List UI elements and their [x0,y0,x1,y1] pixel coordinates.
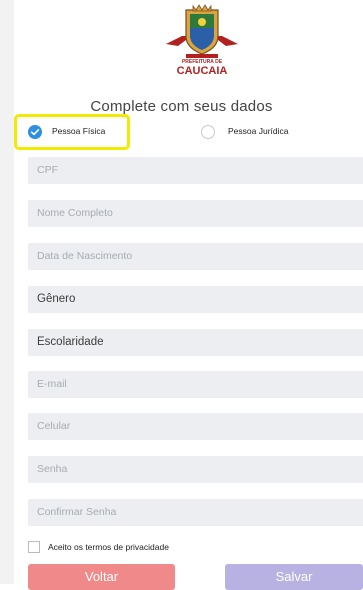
check-icon [30,129,40,136]
nome-completo-field[interactable]: Nome Completo [28,200,363,227]
radio-label-pessoa-fisica: Pessoa Física [52,126,106,136]
back-button[interactable]: Voltar [28,564,175,590]
genero-select[interactable]: Gênero [28,286,363,313]
data-nascimento-field[interactable]: Data de Nascimento [28,243,363,270]
page-title: Complete com seus dados [90,98,273,115]
radio-pessoa-juridica[interactable] [201,125,215,139]
confirmar-senha-field[interactable]: Confirmar Senha [28,499,363,526]
left-edge-strip [0,0,14,584]
radio-pessoa-fisica[interactable] [28,125,42,139]
cpf-field[interactable]: CPF [28,157,363,184]
prefeitura-caucaia-logo: PREFEITURA DE CAUCAIA [160,2,244,76]
celular-field[interactable]: Celular [28,413,363,440]
terms-checkbox[interactable] [28,541,40,553]
svg-text:CAUCAIA: CAUCAIA [177,65,228,76]
crest-icon: PREFEITURA DE CAUCAIA [166,4,238,76]
escolaridade-select[interactable]: Escolaridade [28,329,363,356]
save-button[interactable]: Salvar [225,564,363,590]
email-field[interactable]: E-mail [28,371,363,398]
senha-field[interactable]: Senha [28,456,363,483]
terms-label: Aceito os termos de privacidade [48,542,169,552]
radio-label-pessoa-juridica: Pessoa Jurídica [228,126,289,136]
